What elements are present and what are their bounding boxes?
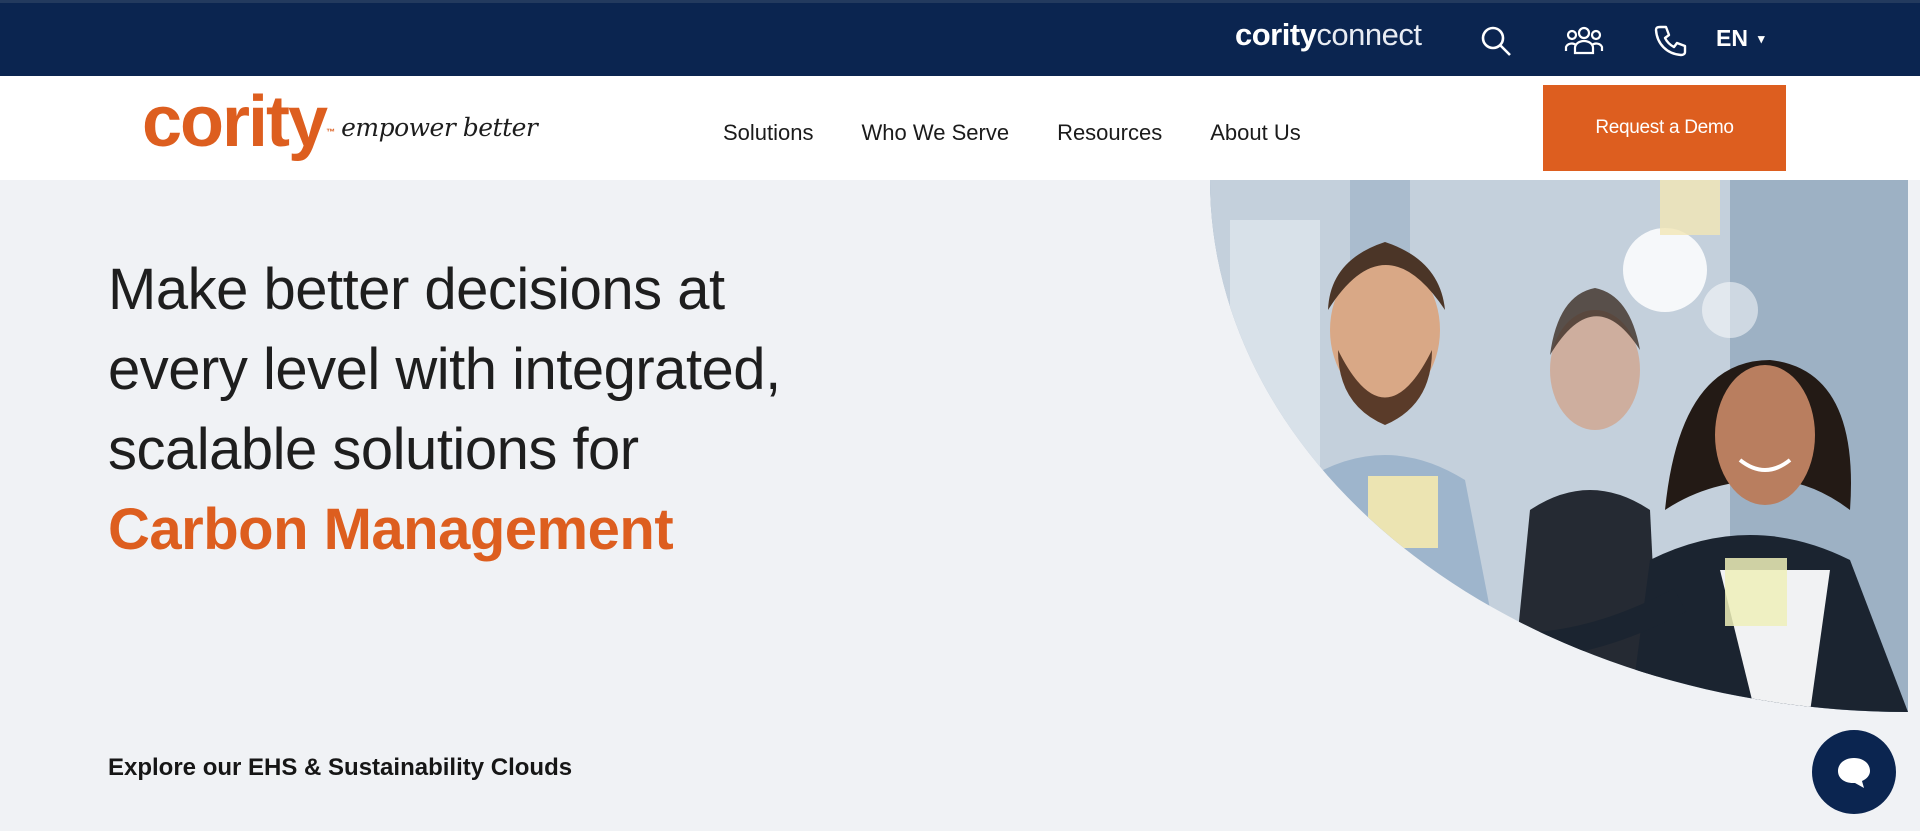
hero-heading-line: Make better decisions at [108,257,725,322]
hero-heading-line: every level with integrated, [108,337,781,402]
nav-item-resources[interactable]: Resources [1057,120,1162,146]
trademark-mark: ™ [326,127,335,137]
cority-connect-link[interactable]: cority connect [1235,17,1422,57]
hero-heading: Make better decisions at every level wit… [108,250,928,570]
people-icon[interactable] [1564,23,1604,59]
language-label: EN [1716,25,1748,51]
hero-heading-accent: Carbon Management [108,497,674,562]
request-demo-button[interactable]: Request a Demo [1543,85,1786,171]
cority-logo-link[interactable]: cority™ empower better [142,86,538,158]
nav-item-about-us[interactable]: About Us [1210,120,1301,146]
connect-logo-light: connect [1316,17,1422,52]
brand-tagline: empower better [341,113,538,142]
hero-photo [1210,180,1908,712]
search-icon[interactable] [1478,23,1514,59]
chevron-down-icon: ▾ [1757,30,1765,46]
explore-clouds-heading: Explore our EHS & Sustainability Clouds [108,754,573,781]
chat-bubble-icon [1838,758,1870,788]
chat-button[interactable] [1812,730,1896,814]
primary-menu: Solutions Who We Serve Resources About U… [723,120,1349,146]
nav-item-solutions[interactable]: Solutions [723,120,814,146]
language-selector[interactable]: EN ▾ [1716,25,1764,52]
main-nav: cority™ empower better Solutions Who We … [0,76,1920,180]
connect-logo-bold: cority [1235,17,1317,52]
brand-wordmark: cority™ [142,86,335,158]
hero-heading-line: scalable solutions for [108,417,639,482]
hero-section: Make better decisions at every level wit… [0,180,1920,831]
utility-bar: cority connect EN ▾ [0,0,1920,76]
phone-icon[interactable] [1652,23,1688,59]
nav-item-who-we-serve[interactable]: Who We Serve [862,120,1010,146]
brand-word-text: cority [142,82,328,162]
page: cority connect EN ▾ cority™ empower bett… [0,0,1920,831]
